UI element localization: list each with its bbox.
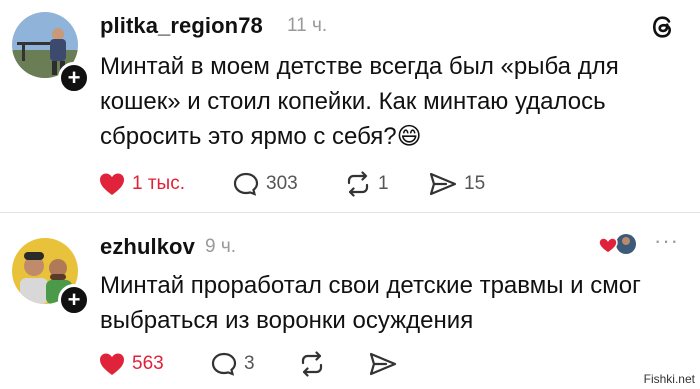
comment-text: Минтай в моем детстве всегда был «рыба д… [100,53,619,150]
share-count: 15 [464,173,486,194]
threads-comments-page: + plitka_region78 11 ч. Минтай в моем де… [0,0,700,389]
repost-button[interactable] [298,351,326,377]
like-count: 563 [132,353,164,374]
like-button[interactable]: 1 тыс. [98,171,185,197]
more-dots-icon[interactable]: ··· [654,228,679,254]
heart-icon [100,353,124,375]
share-button[interactable]: 15 [428,171,485,197]
follow-plus-icon[interactable]: + [58,284,90,316]
divider [0,212,700,213]
timestamp: 11 ч. [287,15,328,36]
reply-button[interactable]: 3 [210,351,255,377]
reply-button[interactable]: 303 [232,171,298,197]
username[interactable]: plitka_region78 [100,13,263,39]
like-count: 1 тыс. [132,173,185,194]
reply-count: 303 [266,173,298,194]
repost-icon [301,351,323,377]
author-liked-indicator [598,232,638,258]
username[interactable]: ezhulkov [100,234,195,260]
send-icon [369,352,397,376]
reply-count: 3 [244,353,255,374]
heart-icon [100,173,124,195]
threads-logo-icon[interactable] [648,12,678,47]
repost-button[interactable]: 1 [344,171,389,197]
watermark: Fishki.net [640,371,698,387]
repost-count: 1 [378,173,389,194]
comment-bubble-icon [233,172,259,196]
send-icon [429,172,457,196]
follow-plus-icon[interactable]: + [58,62,90,94]
timestamp: 9 ч. [205,236,237,257]
share-button[interactable] [368,351,398,377]
comment-bubble-icon [211,352,237,376]
repost-icon [347,171,369,197]
grin-emoji-icon: 😄 [396,123,422,150]
like-button[interactable]: 563 [98,351,164,377]
comment-text: Минтай проработал свои детские травмы и … [100,272,641,334]
